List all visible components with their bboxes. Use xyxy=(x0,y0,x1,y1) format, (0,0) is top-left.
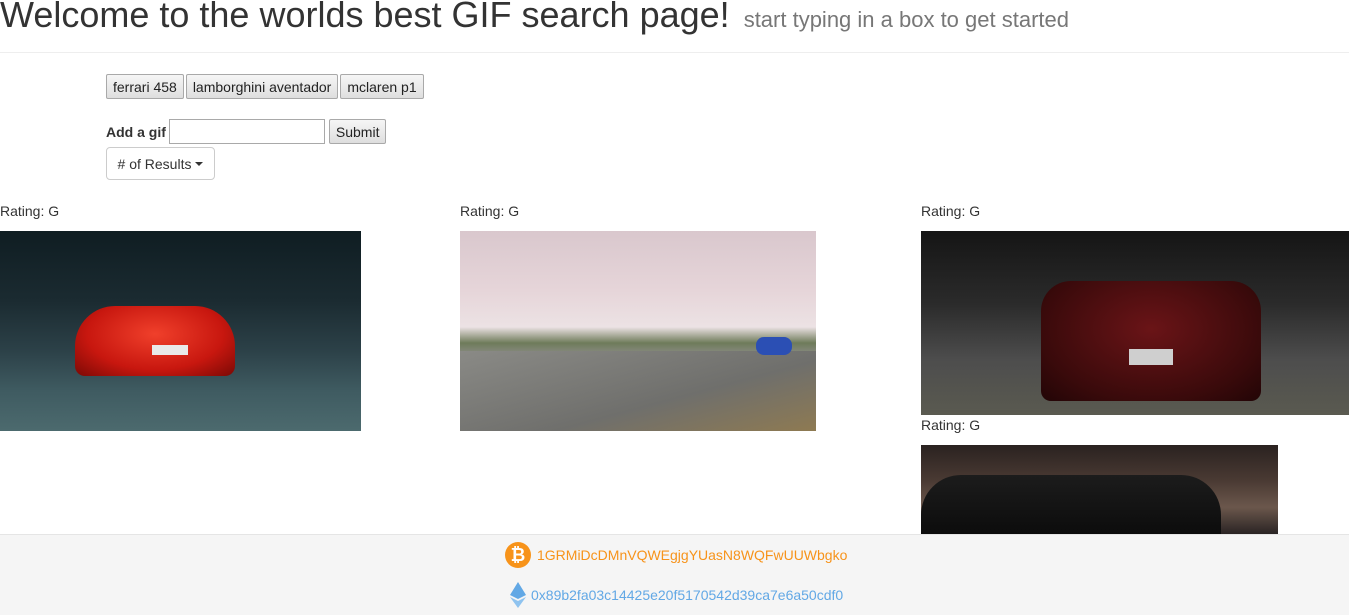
gif-image[interactable] xyxy=(460,231,816,431)
eth-address[interactable]: 0x89b2fa03c14425e20f5170542d39ca7e6a50cd… xyxy=(531,587,843,603)
btc-donation-row: ₿ 1GRMiDcDMnVQWEgjgYUasN8WQFwUUWbgko xyxy=(505,542,847,568)
gif-image[interactable] xyxy=(921,231,1349,415)
btc-address[interactable]: 1GRMiDcDMnVQWEgjgYUasN8WQFwUUWbgko xyxy=(537,547,847,563)
results-count-label: # of Results xyxy=(117,155,192,172)
search-button-lamborghini-aventador[interactable]: lamborghini aventador xyxy=(185,74,339,99)
license-plate-shape xyxy=(152,345,188,355)
caret-down-icon xyxy=(195,161,204,166)
page-subtitle: start typing in a box to get started xyxy=(743,7,1069,32)
gif-rating: Rating: G xyxy=(0,203,60,219)
license-plate-shape xyxy=(1129,349,1173,365)
car-shape xyxy=(921,475,1221,534)
add-gif-label: Add a gif xyxy=(106,123,166,140)
eth-donation-row: 0x89b2fa03c14425e20f5170542d39ca7e6a50cd… xyxy=(510,582,843,608)
car-shape xyxy=(1041,281,1261,401)
add-gif-input[interactable] xyxy=(168,119,325,144)
search-button-mclaren-p1[interactable]: mclaren p1 xyxy=(340,74,424,99)
gif-rating: Rating: G xyxy=(460,203,520,219)
bitcoin-icon: ₿ xyxy=(505,542,531,568)
page-title: Welcome to the worlds best GIF search pa… xyxy=(0,0,1069,36)
car-shape xyxy=(75,306,235,376)
search-button-ferrari-458[interactable]: ferrari 458 xyxy=(106,74,184,99)
road-shape xyxy=(460,351,816,431)
page-title-text: Welcome to the worlds best GIF search pa… xyxy=(0,0,730,35)
search-button-row: ferrari 458 lamborghini aventador mclare… xyxy=(106,74,424,99)
gif-rating: Rating: G xyxy=(921,203,981,219)
add-gif-form: Add a gif Submit xyxy=(106,119,387,144)
donation-footer: ₿ 1GRMiDcDMnVQWEgjgYUasN8WQFwUUWbgko 0x8… xyxy=(0,534,1349,615)
page-header: Welcome to the worlds best GIF search pa… xyxy=(0,0,1349,53)
gif-image[interactable] xyxy=(0,231,361,431)
ethereum-icon xyxy=(510,582,526,608)
car-shape xyxy=(756,337,792,355)
gif-image[interactable] xyxy=(921,445,1278,534)
gif-rating: Rating: G xyxy=(921,417,981,433)
results-count-dropdown[interactable]: # of Results xyxy=(106,147,215,180)
submit-button[interactable]: Submit xyxy=(328,119,387,144)
